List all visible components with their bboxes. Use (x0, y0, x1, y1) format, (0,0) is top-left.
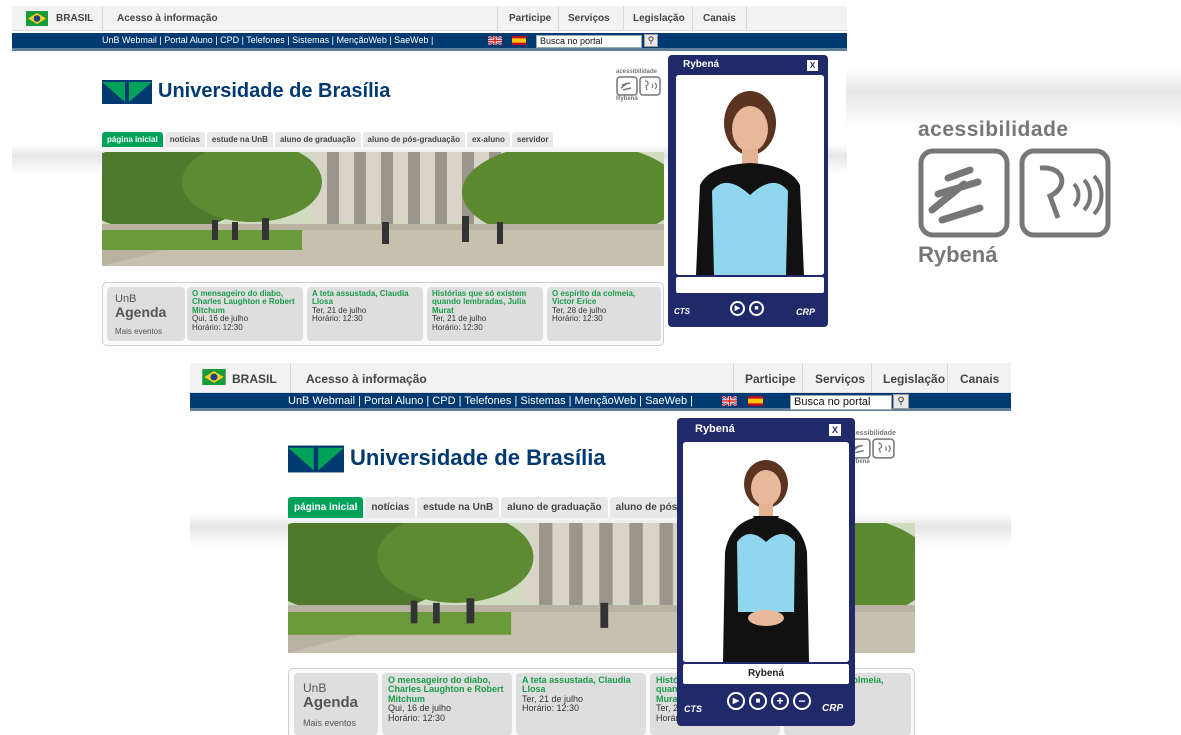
rybena-title: Rybená (695, 423, 735, 435)
english-flag-icon[interactable] (488, 36, 502, 45)
accessibility-label: acessibilidade (616, 69, 658, 75)
zoom-out-button[interactable]: − (793, 692, 811, 710)
agenda-event[interactable]: O mensageiro do diabo, Charles Laughton … (382, 673, 512, 735)
rybena-brand-label-zoom: Rybená (918, 242, 998, 267)
agenda-label-cell: UnB Agenda Mais eventos (294, 673, 378, 735)
mais-eventos-link[interactable]: Mais eventos (115, 327, 162, 336)
accessibility-label-zoom: acessibilidade (918, 118, 1069, 141)
sign-language-icon (848, 438, 895, 459)
tab-estude-na-unb[interactable]: estude na UnB (417, 497, 500, 518)
spanish-flag-icon[interactable] (748, 396, 763, 406)
close-button[interactable]: X (829, 424, 841, 436)
rybena-avatar-screen (683, 442, 849, 662)
accessibility-label: acessibilidade (848, 430, 896, 437)
rybena-brand-label: Rybená (616, 96, 638, 102)
tab-pagina-inicial[interactable]: página inicial (102, 132, 163, 147)
tab-estude-na-unb[interactable]: estude na UnB (206, 132, 273, 147)
tab-noticias[interactable]: notícias (164, 132, 205, 147)
close-button[interactable]: X (807, 60, 818, 71)
utility-links[interactable]: UnB Webmail | Portal Aluno | CPD | Telef… (288, 395, 693, 407)
utility-bar: UnB Webmail | Portal Aluno | CPD | Telef… (190, 393, 1011, 411)
zoom-in-button[interactable]: + (771, 692, 789, 710)
acesso-informacao-link[interactable]: Acesso à informação (117, 13, 218, 24)
servicos-link[interactable]: Serviços (568, 13, 610, 24)
tab-aluno-de-pos-graduacao[interactable]: aluno de pós-graduação (362, 132, 465, 147)
agenda-event[interactable]: Histórias que só existem quando lembrada… (427, 287, 543, 341)
search-icon: ⚲ (647, 35, 655, 45)
stop-button[interactable]: ■ (749, 301, 764, 316)
site-title[interactable]: Universidade de Brasília (158, 80, 390, 103)
agenda-event[interactable]: A teta assustada, Claudia Llosa Ter, 21 … (516, 673, 646, 735)
campus-photo (102, 152, 664, 266)
agenda-title: Agenda (303, 694, 359, 711)
search-input[interactable]: Busca no portal (790, 395, 892, 410)
canais-link[interactable]: Canais (960, 372, 999, 386)
utility-links[interactable]: UnB Webmail | Portal Aluno | CPD | Telef… (102, 35, 433, 45)
accessibility-button-zoom[interactable]: acessibilidade Rybená (918, 118, 1118, 268)
participe-link[interactable]: Participe (745, 372, 796, 386)
agenda-panel: UnB Agenda Mais eventos O mensageiro do … (102, 282, 664, 346)
gov-bar: BRASIL Acesso à informação Participe Ser… (190, 363, 1011, 393)
crp-logo: CRP (796, 307, 816, 317)
tab-noticias[interactable]: notícias (365, 497, 416, 518)
mais-eventos-link[interactable]: Mais eventos (303, 718, 356, 728)
country-label[interactable]: BRASIL (56, 13, 93, 24)
rybena-window[interactable]: Rybená X Rybená CTS ▶ ■ + − CRP (677, 418, 855, 726)
agenda-event[interactable]: A teta assustada, Claudia Llosa Ter, 21 … (307, 287, 423, 341)
rybena-window[interactable]: Rybená X CTS ▶ ■ CRP (668, 55, 828, 327)
main-nav-tabs: página inicial notícias estude na UnB aluno… (288, 497, 695, 518)
participe-link[interactable]: Participe (509, 13, 551, 24)
tab-aluno-de-graduacao[interactable]: aluno de graduação (274, 132, 361, 147)
caption-bar (676, 277, 824, 293)
caption-text: Rybená (747, 668, 785, 679)
agenda-event[interactable]: O espírito da colmeia, Victor Erice Ter,… (547, 287, 661, 341)
accessibility-button-small[interactable]: acessibilidade Rybená (616, 69, 666, 102)
legislacao-link[interactable]: Legislação (633, 13, 685, 24)
caption-bar: Rybená (683, 664, 849, 684)
agenda-title: Agenda (115, 304, 167, 320)
sign-language-icon (918, 148, 1111, 238)
search-button[interactable]: ⚲ (644, 34, 658, 47)
rybena-brand-label: Rybená (848, 459, 870, 465)
agenda-event[interactable]: O mensageiro do diabo, Charles Laughton … (187, 287, 303, 341)
tab-servidor[interactable]: servidor (511, 132, 554, 147)
country-label[interactable]: BRASIL (232, 372, 277, 386)
unb-logo-icon (102, 80, 152, 104)
gov-bar: BRASIL Acesso à informação Participe Ser… (12, 6, 847, 31)
accessibility-button-small[interactable]: acessibilidade Rybená (848, 430, 906, 465)
avatar-figure (683, 442, 849, 662)
play-button[interactable]: ▶ (727, 692, 745, 710)
avatar-figure (676, 75, 824, 275)
servicos-link[interactable]: Serviços (815, 372, 865, 386)
spanish-flag-icon[interactable] (512, 36, 526, 45)
campus-scene (102, 152, 664, 266)
legislacao-link[interactable]: Legislação (883, 372, 945, 386)
play-button[interactable]: ▶ (730, 301, 745, 316)
brazil-flag-icon (202, 369, 226, 385)
main-nav-tabs: página inicial notícias estude na UnB aluno… (102, 132, 555, 147)
crp-logo: CRP (822, 703, 844, 714)
agenda-label-cell: UnB Agenda Mais eventos (107, 287, 185, 341)
rybena-avatar-screen (676, 75, 824, 275)
search-icon: ⚲ (897, 396, 905, 407)
tab-pagina-inicial[interactable]: página inicial (288, 497, 364, 518)
agenda-unb-label: UnB (303, 681, 327, 695)
brazil-flag-icon (26, 11, 48, 26)
search-input[interactable]: Busca no portal (536, 35, 642, 48)
stop-button[interactable]: ■ (749, 692, 767, 710)
acesso-informacao-link[interactable]: Acesso à informação (306, 372, 427, 386)
cts-logo: CTS (674, 307, 690, 316)
site-title[interactable]: Universidade de Brasília (350, 445, 606, 471)
unb-logo-icon (288, 445, 344, 473)
english-flag-icon[interactable] (722, 396, 737, 406)
search-button[interactable]: ⚲ (893, 394, 909, 409)
rybena-title: Rybená (683, 59, 720, 70)
bottom-screenshot: BRASIL Acesso à informação Participe Ser… (190, 363, 1011, 735)
sign-language-icon (616, 76, 661, 96)
tab-ex-aluno[interactable]: ex-aluno (466, 132, 510, 147)
canais-link[interactable]: Canais (703, 13, 736, 24)
utility-bar: UnB Webmail | Portal Aluno | CPD | Telef… (12, 33, 847, 51)
tab-aluno-de-graduacao[interactable]: aluno de graduação (501, 497, 608, 518)
cts-logo: CTS (684, 704, 702, 714)
